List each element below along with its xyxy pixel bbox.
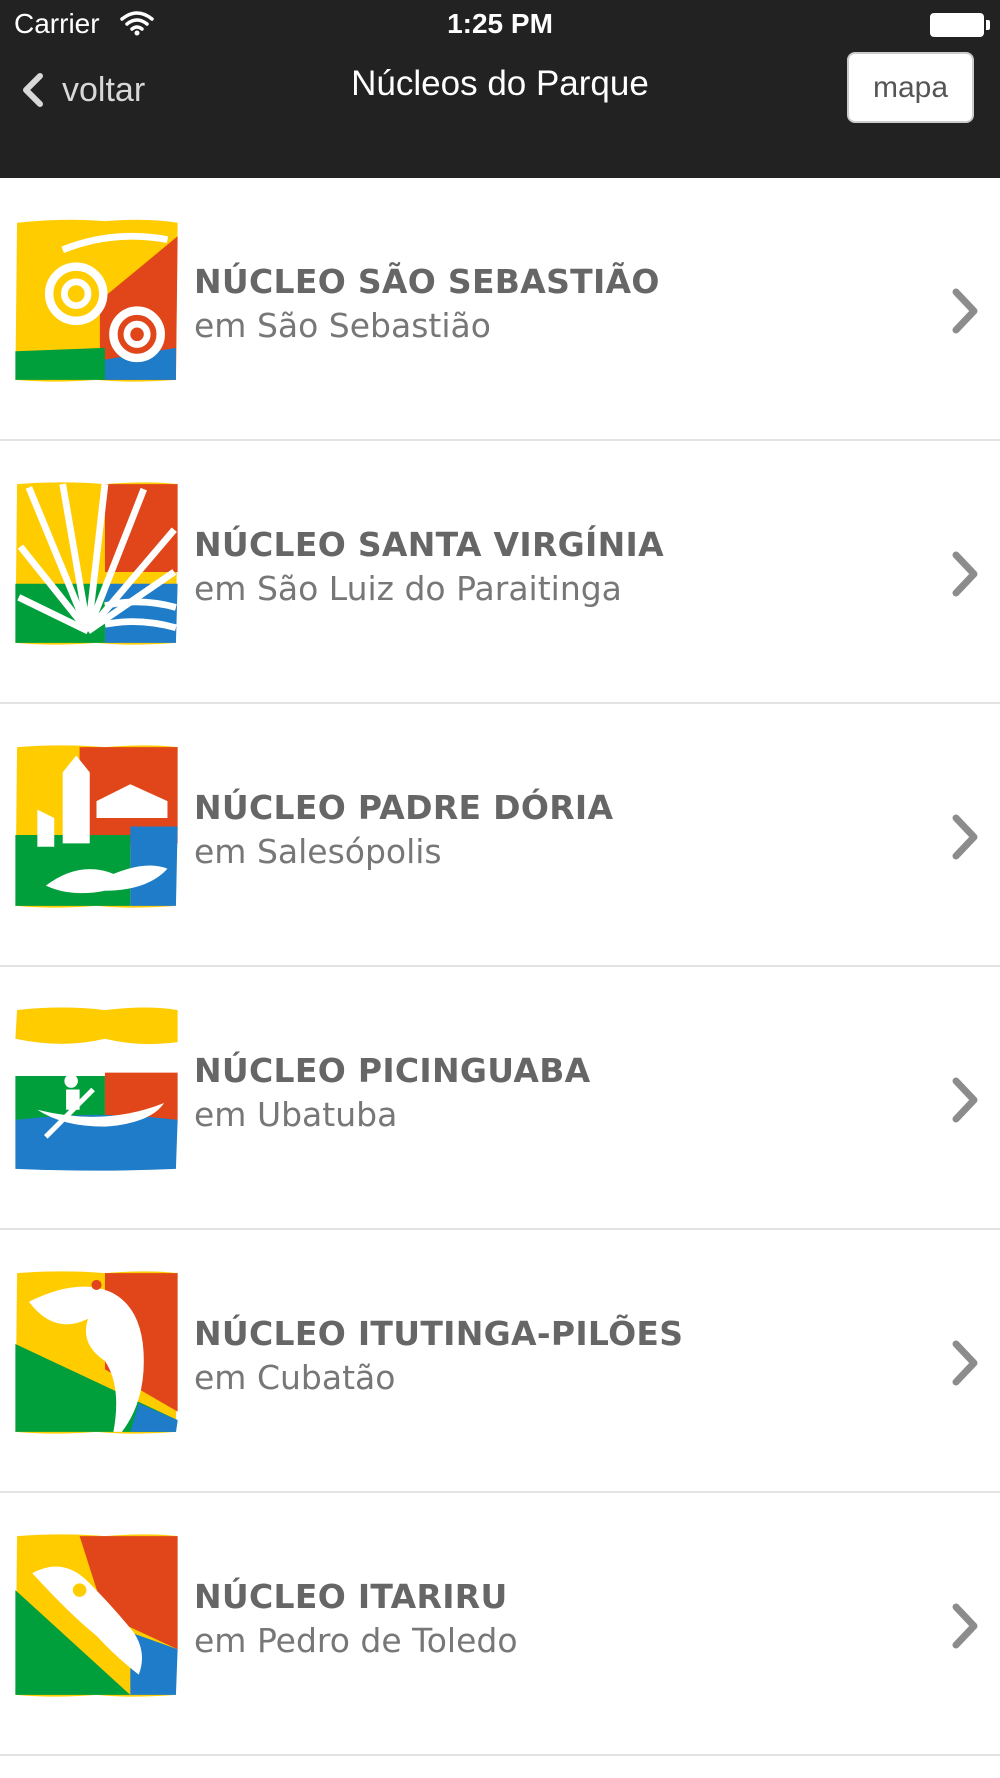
nucleus-list: NÚCLEO SÃO SEBASTIÃO em São Sebastião NÚ… — [0, 178, 1000, 1756]
itutinga-piloes-logo-icon — [15, 1271, 178, 1434]
list-item[interactable]: NÚCLEO SÃO SEBASTIÃO em São Sebastião — [0, 178, 1000, 441]
list-item[interactable]: NÚCLEO SANTA VIRGÍNIA em São Luiz do Par… — [0, 441, 1000, 704]
item-city: em Salesópolis — [194, 832, 442, 871]
item-name: NÚCLEO SÃO SEBASTIÃO — [194, 262, 660, 301]
list-item[interactable]: NÚCLEO ITARIRU em Pedro de Toledo — [0, 1493, 1000, 1756]
map-button[interactable]: mapa — [847, 52, 974, 123]
item-city: em Cubatão — [194, 1358, 396, 1397]
item-name: NÚCLEO PADRE DÓRIA — [194, 788, 614, 827]
sao-sebastiao-logo-icon — [15, 219, 178, 382]
chevron-right-icon — [952, 814, 978, 860]
clock: 1:25 PM — [447, 8, 553, 39]
item-name: NÚCLEO ITUTINGA-PILÕES — [194, 1314, 684, 1353]
item-name: NÚCLEO SANTA VIRGÍNIA — [194, 525, 664, 564]
chevron-right-icon — [952, 1077, 978, 1123]
picinguaba-logo-icon — [15, 1007, 178, 1171]
item-city: em Pedro de Toledo — [194, 1621, 518, 1660]
list-item[interactable]: NÚCLEO ITUTINGA-PILÕES em Cubatão — [0, 1230, 1000, 1493]
list-item[interactable]: NÚCLEO PADRE DÓRIA em Salesópolis — [0, 704, 1000, 967]
padre-doria-logo-icon — [15, 745, 178, 908]
chevron-right-icon — [952, 551, 978, 597]
santa-virginia-logo-icon — [15, 482, 178, 645]
item-city: em Ubatuba — [194, 1095, 398, 1134]
back-button[interactable]: voltar — [18, 62, 145, 118]
back-label: voltar — [62, 70, 146, 109]
chevron-left-icon — [23, 73, 43, 107]
navigation-bar: Carrier 1:25 PM voltar Núcleos do Parque… — [0, 0, 1000, 178]
item-name: NÚCLEO ITARIRU — [194, 1577, 508, 1616]
chevron-right-icon — [952, 288, 978, 334]
item-city: em São Luiz do Paraitinga — [194, 569, 622, 608]
battery-icon — [930, 13, 990, 37]
page-title: Núcleos do Parque — [351, 64, 649, 103]
status-bar: Carrier 1:25 PM — [0, 0, 1000, 50]
list-item[interactable]: NÚCLEO PICINGUABA em Ubatuba — [0, 967, 1000, 1230]
chevron-right-icon — [952, 1340, 978, 1386]
item-city: em São Sebastião — [194, 306, 491, 345]
chevron-right-icon — [952, 1603, 978, 1649]
item-name: NÚCLEO PICINGUABA — [194, 1051, 591, 1090]
itariru-logo-icon — [15, 1534, 178, 1697]
